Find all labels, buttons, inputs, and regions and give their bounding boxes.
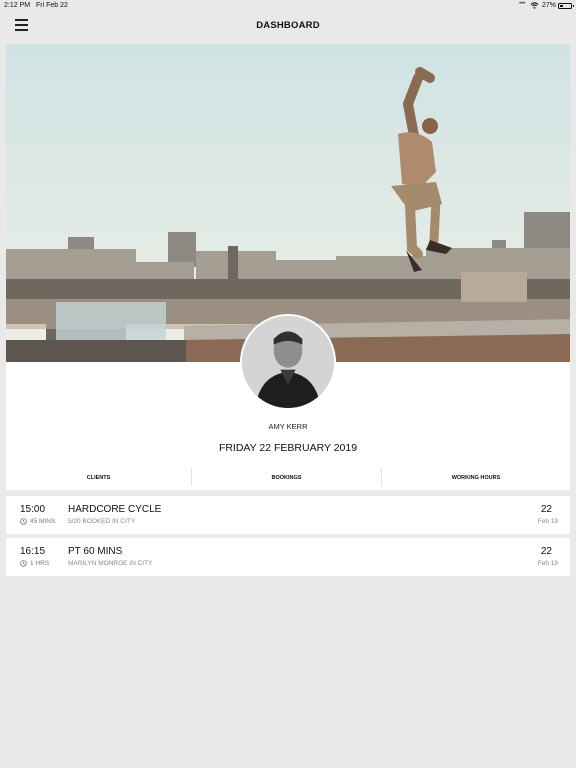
- booking-title: HARDCORE CYCLE: [68, 504, 162, 515]
- page-title: DASHBOARD: [256, 20, 320, 31]
- battery-fill: [560, 5, 563, 7]
- booking-row[interactable]: 15:00 45 MINS HARDCORE CYCLE 5/20 BOOKED…: [6, 496, 570, 534]
- dashboard-tabs: CLIENTS BOOKINGS WORKING HOURS: [6, 468, 570, 488]
- tab-working-hours[interactable]: WORKING HOURS: [382, 468, 570, 488]
- booking-day: 22: [540, 546, 552, 557]
- booking-subtitle: MARILYN MONROE IN CITY: [68, 560, 153, 567]
- battery-icon: [558, 3, 574, 9]
- booking-subtitle: 5/20 BOOKED IN CITY: [68, 518, 136, 525]
- booking-duration: 45 MINS: [20, 518, 55, 525]
- booking-row[interactable]: 16:15 1 HRS PT 60 MINS MARILYN MONROE IN…: [6, 538, 570, 576]
- booking-duration-label: 45 MINS: [30, 518, 56, 525]
- booking-title: PT 60 MINS: [68, 546, 123, 557]
- avatar: [240, 314, 336, 410]
- signal-icon: •••••: [519, 1, 525, 7]
- profile-card: AMY KERR FRIDAY 22 FEBRUARY 2019 CLIENTS…: [6, 44, 570, 490]
- booking-duration-label: 1 HRS: [30, 560, 50, 567]
- booking-duration: 1 HRS: [20, 560, 49, 567]
- tab-clients[interactable]: CLIENTS: [6, 468, 191, 488]
- status-date: Fri Feb 22: [36, 2, 68, 9]
- clock-icon: [20, 518, 27, 525]
- wifi-icon: [530, 2, 539, 9]
- profile-name: AMY KERR: [268, 422, 308, 431]
- navigation-bar: DASHBOARD: [0, 12, 576, 44]
- booking-day: 22: [540, 504, 552, 515]
- status-bar: 2:12 PM Fri Feb 22 ••••• 27%: [0, 0, 576, 12]
- booking-month: Feb 19: [537, 560, 558, 567]
- clock-icon: [20, 560, 27, 567]
- booking-time: 16:15: [20, 546, 46, 557]
- battery-percentage: 27%: [542, 2, 557, 9]
- booking-time: 15:00: [20, 504, 46, 515]
- booking-month: Feb 19: [537, 518, 558, 525]
- tab-bookings[interactable]: BOOKINGS: [192, 468, 381, 488]
- status-time: 2:12 PM: [4, 2, 31, 9]
- profile-date: FRIDAY 22 FEBRUARY 2019: [218, 442, 358, 454]
